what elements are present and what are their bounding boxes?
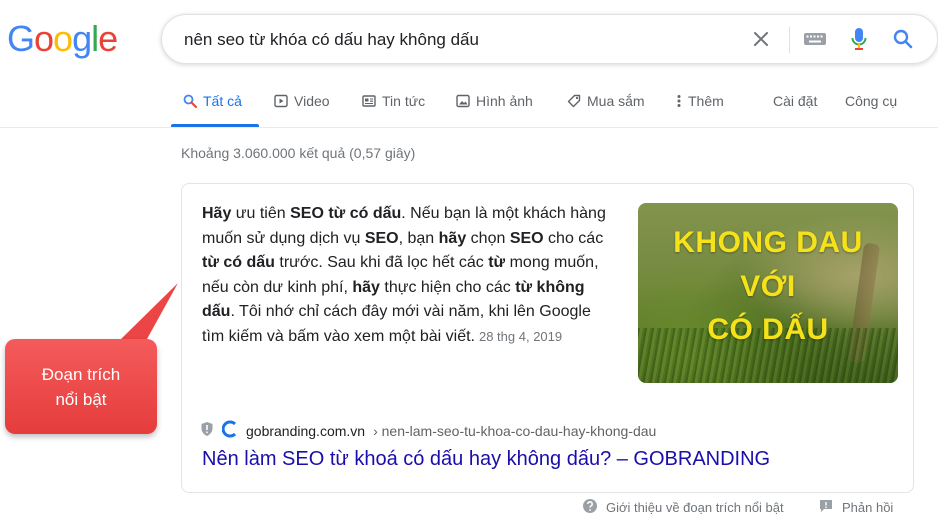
snippet-highlight: từ <box>488 254 506 271</box>
snippet-text-run: trước. Sau khi đã lọc hết các <box>274 254 489 271</box>
favicon-icon <box>221 420 238 441</box>
tab-images[interactable]: Hình ảnh <box>456 93 533 109</box>
snippet-body: Hãy ưu tiên SEO từ có dấu. Nếu bạn là mộ… <box>202 205 606 345</box>
logo-letter: l <box>91 18 99 59</box>
tab-shopping[interactable]: Mua sắm <box>567 93 645 109</box>
help-icon <box>582 498 598 517</box>
close-icon[interactable] <box>748 26 774 52</box>
snippet-highlight: SEO từ có dấu <box>290 205 402 222</box>
tab-all[interactable]: Tất cả <box>183 93 242 109</box>
logo-letter: o <box>34 18 54 59</box>
result-stats: Khoảng 3.060.000 kết quả (0,57 giây) <box>181 145 416 161</box>
snippet-highlight: hãy <box>352 278 380 296</box>
play-icon <box>274 94 288 108</box>
featured-snippet-callout: Đoạn trích nổi bật <box>5 339 157 434</box>
snippet-thumbnail[interactable]: KHONG DAU VỚI CÓ DẤU <box>638 203 898 383</box>
snippet-date: 28 thg 4, 2019 <box>478 328 563 344</box>
google-results-page: Google nên seo từ khóa có dấu hay không … <box>0 0 938 525</box>
search-box[interactable]: nên seo từ khóa có dấu hay không dấu <box>161 14 938 64</box>
keyboard-icon[interactable] <box>802 26 828 52</box>
shield-icon <box>200 421 214 440</box>
about-snippets-link[interactable]: Giới thiệu về đoạn trích nổi bật <box>582 498 784 517</box>
thumbnail-text-line: VỚI <box>740 270 796 303</box>
result-source[interactable]: gobranding.com.vn › nen-lam-seo-tu-khoa-… <box>200 420 656 441</box>
source-domain: gobranding.com.vn <box>246 422 366 439</box>
snippet-text-run: cho các <box>543 229 604 247</box>
logo-letter: o <box>53 18 73 59</box>
thumbnail-text-line: KHONG DAU <box>673 226 863 259</box>
news-icon <box>362 94 376 108</box>
more-vert-icon <box>676 94 682 108</box>
snippet-highlight: hãy <box>438 229 467 247</box>
featured-snippet-card: Hãy ưu tiên SEO từ có dấu. Nếu bạn là mộ… <box>181 183 914 493</box>
tab-video[interactable]: Video <box>274 93 330 109</box>
logo-letter: G <box>7 18 35 59</box>
snippet-text-run: ưu tiên <box>231 205 291 222</box>
snippet-highlight: SEO <box>364 229 399 247</box>
snippet-text-run: thực hiện cho các <box>379 278 516 296</box>
search-icon[interactable] <box>890 26 916 52</box>
search-input[interactable]: nên seo từ khóa có dấu hay không dấu <box>184 30 479 50</box>
logo-letter: g <box>72 18 92 59</box>
tag-icon <box>567 94 581 108</box>
snippet-text-run: , bạn <box>398 229 439 247</box>
callout-line: Đoạn trích <box>41 364 121 384</box>
snippet-highlight: từ có dấu <box>202 254 275 271</box>
snippet-highlight: Hãy <box>202 205 232 222</box>
search-icon <box>183 94 197 108</box>
search-tabs: Tất cả Video Tin tức Hình ảnh Mua sắm Th… <box>0 84 938 128</box>
feedback-link[interactable]: Phản hồi <box>818 498 893 517</box>
google-logo[interactable]: Google <box>7 18 118 60</box>
source-path: › nen-lam-seo-tu-khoa-co-dau-hay-khong-d… <box>373 422 657 439</box>
snippet-text: Hãy ưu tiên SEO từ có dấu. Nếu bạn là mộ… <box>202 202 612 349</box>
image-icon <box>456 94 470 108</box>
tab-more[interactable]: Thêm <box>676 93 724 109</box>
thumbnail-text-line: CÓ DẤU <box>707 313 829 346</box>
logo-letter: e <box>98 18 118 59</box>
search-divider <box>789 27 790 53</box>
snippet-text-run: chọn <box>466 229 510 247</box>
tabs-divider <box>0 127 938 128</box>
tab-settings[interactable]: Cài đặt <box>773 93 817 109</box>
microphone-icon[interactable] <box>846 26 872 52</box>
callout-line: nổi bật <box>55 389 107 409</box>
snippet-highlight: SEO <box>509 229 544 247</box>
feedback-icon <box>818 498 834 517</box>
tab-tools[interactable]: Công cụ <box>845 93 897 109</box>
tab-news[interactable]: Tin tức <box>362 93 425 109</box>
result-title-link[interactable]: Nên làm SEO từ khoá có dấu hay không dấu… <box>202 448 770 471</box>
